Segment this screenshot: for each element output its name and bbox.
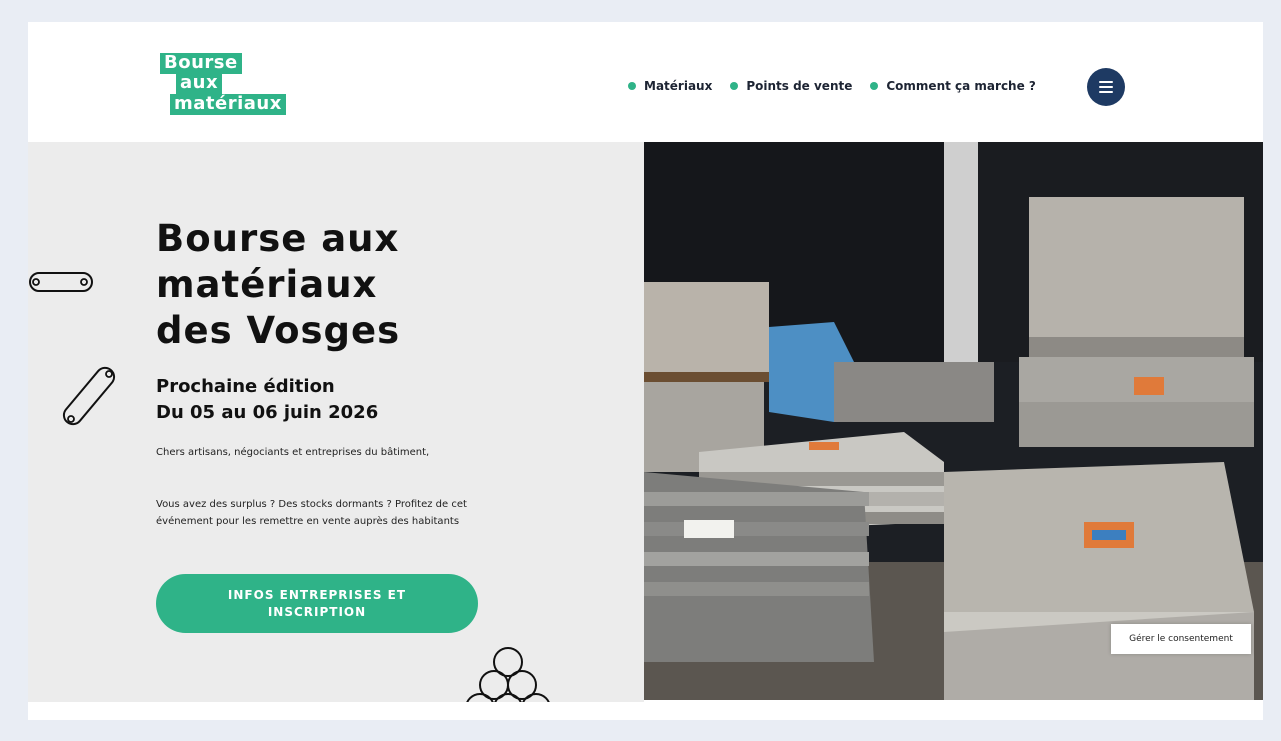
nav-item-label: Matériaux	[644, 79, 713, 93]
hamburger-menu-icon-bar	[1099, 86, 1113, 88]
hamburger-menu-icon-bar	[1099, 91, 1113, 93]
hero-subtitle: Prochaine édition Du 05 au 06 juin 2026	[156, 374, 556, 426]
hero-title-line: Bourse aux	[156, 217, 400, 260]
hero-title: Bourse aux matériaux des Vosges	[156, 216, 556, 354]
logo-line-1: Bourse	[160, 53, 242, 74]
chain-link-icon	[62, 366, 116, 426]
main-nav: Matériaux Points de vente Comment ça mar…	[628, 79, 1036, 93]
manage-consent-button[interactable]: Gérer le consentement	[1111, 624, 1251, 654]
nav-item-materiaux[interactable]: Matériaux	[628, 79, 712, 93]
chain-link-icon	[29, 272, 93, 292]
site-header: Bourse aux matériaux Matériaux Points de…	[28, 22, 1263, 142]
cta-label: INFOS ENTREPRISES ET INSCRIPTION	[227, 587, 407, 619]
hero-paragraph-greeting: Chers artisans, négociants et entreprise…	[156, 447, 430, 458]
nav-item-comment-ca-marche[interactable]: Comment ça marche ?	[870, 79, 1036, 93]
nav-item-label: Points de vente	[746, 79, 853, 93]
consent-label: Gérer le consentement	[1129, 634, 1233, 644]
stacked-pipes-icon	[466, 647, 550, 702]
hero-section: Bourse aux matériaux des Vosges Prochain…	[28, 142, 644, 702]
nav-dot-icon	[730, 82, 739, 90]
nav-dot-icon	[870, 82, 879, 90]
site-logo[interactable]: Bourse aux matériaux	[160, 53, 300, 117]
infos-inscription-button[interactable]: INFOS ENTREPRISES ET INSCRIPTION	[156, 574, 478, 633]
page-frame: Bourse aux matériaux Matériaux Points de…	[28, 22, 1263, 720]
edition-dates: Du 05 au 06 juin 2026	[156, 402, 379, 423]
hamburger-menu-button[interactable]	[1087, 68, 1125, 106]
hero-title-line: des Vosges	[156, 309, 401, 352]
hero-photo-building-materials	[644, 142, 1263, 700]
materials-pallets-image	[644, 142, 1263, 700]
logo-line-2: aux	[176, 73, 223, 94]
hero-title-line: matériaux	[156, 263, 378, 306]
hero-paragraph-pitch: Vous avez des surplus ? Des stocks dorma…	[156, 499, 467, 527]
nav-item-label: Comment ça marche ?	[886, 79, 1036, 93]
nav-item-points-de-vente[interactable]: Points de vente	[730, 79, 852, 93]
hamburger-menu-icon	[1099, 81, 1113, 83]
logo-line-3: matériaux	[170, 94, 286, 115]
nav-dot-icon	[628, 82, 636, 90]
edition-label: Prochaine édition	[156, 376, 335, 397]
bottom-strip	[28, 702, 1263, 720]
